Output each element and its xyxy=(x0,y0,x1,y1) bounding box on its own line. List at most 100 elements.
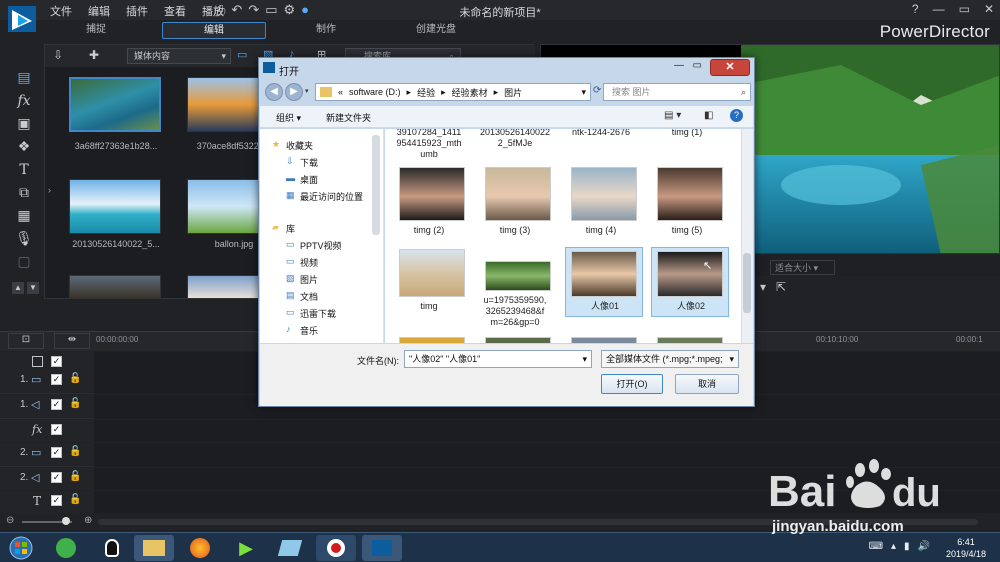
maximize-icon[interactable]: ▭ xyxy=(959,2,970,16)
file-label[interactable]: 人像02 xyxy=(651,301,731,312)
chapter-room-icon[interactable]: ▢ xyxy=(10,250,38,273)
tab-produce[interactable]: 制作 xyxy=(274,22,378,39)
help-icon[interactable]: ? xyxy=(730,109,743,122)
lock-icon[interactable]: 🔓 xyxy=(69,398,81,409)
forward-button[interactable]: ▶ xyxy=(285,83,303,101)
lock-icon[interactable]: 🔓 xyxy=(69,373,81,384)
file-label[interactable]: 20130526140022 2_5fMJe xyxy=(475,129,555,149)
menu-view[interactable]: 查看 xyxy=(164,3,186,19)
volume-icon[interactable]: 🔊 xyxy=(918,541,930,552)
start-button[interactable] xyxy=(4,535,38,561)
nav-downloads[interactable]: 下载 xyxy=(300,156,318,169)
filetype-select[interactable]: 全部媒体文件 (*.mpg;*.mpeg; ▾ xyxy=(601,350,739,368)
scroll-down-icon[interactable]: ▼ xyxy=(27,282,39,294)
file-thumbnail[interactable] xyxy=(571,167,637,221)
aspect-ratio-icon[interactable]: ▭ xyxy=(265,2,277,18)
video-filter-icon[interactable]: ▭ xyxy=(237,48,247,61)
file-label[interactable]: timg (2) xyxy=(389,225,469,236)
taskbar-recorder-icon[interactable] xyxy=(316,535,356,561)
back-button[interactable]: ◀ xyxy=(265,83,283,101)
track-enable-checkbox[interactable]: ✓ xyxy=(51,472,62,483)
library-thumbnail-1[interactable] xyxy=(69,77,161,132)
taskbar-qq-icon[interactable] xyxy=(92,535,132,561)
address-bar[interactable]: « software (D:) ▸ 经验 ▸ 经验素材 ▸ 图片 ▾ xyxy=(315,83,591,101)
dialog-minimize-icon[interactable]: — xyxy=(674,60,684,71)
tab-edit[interactable]: 编辑 xyxy=(162,22,266,39)
undock-icon[interactable]: ⇱ xyxy=(776,280,786,294)
file-label[interactable]: u=1975359590, 3265239468&f m=26&gp=0 xyxy=(475,295,555,328)
breadcrumb-folder-1[interactable]: 经验 xyxy=(417,86,435,99)
nav-videos[interactable]: 视频 xyxy=(300,256,318,269)
cancel-button[interactable]: 取消 xyxy=(675,374,739,394)
close-icon[interactable]: ✕ xyxy=(984,2,994,16)
zoom-slider-handle[interactable] xyxy=(62,517,70,525)
storyboard-view-icon[interactable]: ⊡ xyxy=(8,333,44,349)
file-thumbnail[interactable] xyxy=(571,251,637,297)
pip-room-icon[interactable]: ▣ xyxy=(10,112,38,135)
filename-input[interactable]: "人像02" "人像01" ▾ xyxy=(404,350,592,368)
track-enable-checkbox[interactable]: ✓ xyxy=(51,424,62,435)
refresh-icon[interactable]: ⟳ xyxy=(593,85,601,96)
library-content-dropdown[interactable]: 媒体内容 ▾ xyxy=(127,48,231,64)
nav-pane-scrollbar[interactable] xyxy=(372,135,380,235)
dialog-close-button[interactable]: ✕ xyxy=(710,59,750,76)
file-thumbnail[interactable] xyxy=(657,251,723,297)
file-label[interactable]: timg (5) xyxy=(647,225,727,236)
open-button[interactable]: 打开(O) xyxy=(601,374,663,394)
preview-pane-icon[interactable]: ◧ xyxy=(704,110,713,121)
organize-button[interactable]: 组织 ▾ xyxy=(276,111,301,124)
nav-pptv[interactable]: PPTV视频 xyxy=(300,239,342,252)
taskbar-explorer-icon[interactable] xyxy=(134,535,174,561)
plugin-icon[interactable]: ✚ xyxy=(89,48,99,62)
save-icon[interactable]: ⎙ xyxy=(215,2,225,18)
file-thumbnail[interactable] xyxy=(657,337,723,343)
track-enable-checkbox[interactable]: ✓ xyxy=(51,495,62,506)
file-label[interactable]: 39107284_1411 954415923_mth umb xyxy=(389,129,469,160)
file-thumbnail[interactable] xyxy=(485,337,551,343)
track-enable-checkbox[interactable]: ✓ xyxy=(51,399,62,410)
taskbar-powerdirector-icon[interactable] xyxy=(362,535,402,561)
fx-room-icon[interactable]: fx xyxy=(10,89,38,112)
taskbar-clock[interactable]: 6:41 2019/4/18 xyxy=(946,536,986,560)
file-label[interactable]: 人像01 xyxy=(565,301,645,312)
taskbar-firefox-icon[interactable] xyxy=(180,535,220,561)
nav-desktop[interactable]: 桌面 xyxy=(300,173,318,186)
library-thumbnail-3[interactable] xyxy=(69,179,161,234)
breadcrumb-drive[interactable]: software (D:) xyxy=(349,87,401,97)
file-label[interactable]: timg xyxy=(389,301,469,312)
menu-file[interactable]: 文件 xyxy=(50,3,72,19)
zoom-in-icon[interactable]: ⊕ xyxy=(84,515,92,526)
breadcrumb-folder-2[interactable]: 经验素材 xyxy=(452,86,488,99)
nav-pictures[interactable]: 图片 xyxy=(300,273,318,286)
redo-icon[interactable]: ↷ xyxy=(248,2,259,18)
nav-recent-places[interactable]: 最近访问的位置 xyxy=(300,190,363,203)
address-dropdown-icon[interactable]: ▾ xyxy=(581,87,586,98)
zoom-out-icon[interactable]: ⊖ xyxy=(6,515,14,526)
nav-xunlei-downloads[interactable]: 迅雷下载 xyxy=(300,307,336,320)
minimize-icon[interactable]: — xyxy=(933,2,945,16)
track-enable-checkbox[interactable]: ✓ xyxy=(51,374,62,385)
file-list-scroll-thumb[interactable] xyxy=(743,253,751,313)
taskbar-media-player-icon[interactable]: ▶ xyxy=(226,535,266,561)
file-label[interactable]: timg (3) xyxy=(475,225,555,236)
account-icon[interactable]: ● xyxy=(301,2,309,18)
new-folder-button[interactable]: 新建文件夹 xyxy=(326,111,371,124)
file-thumbnail[interactable] xyxy=(571,337,637,343)
track-enable-checkbox[interactable]: ✓ xyxy=(51,447,62,458)
nav-favorites[interactable]: 收藏夹 xyxy=(286,139,313,152)
expand-panel-icon[interactable]: › xyxy=(48,185,51,195)
undo-icon[interactable]: ↶ xyxy=(231,2,242,18)
file-thumbnail[interactable] xyxy=(657,167,723,221)
view-options-icon[interactable]: ▤ ▾ xyxy=(664,110,681,121)
keyboard-icon[interactable]: ⌨ xyxy=(869,541,883,552)
lock-icon[interactable]: 🔓 xyxy=(69,471,81,482)
play-dropdown-icon[interactable]: ▾ xyxy=(760,280,766,294)
file-label[interactable]: ntk-1244-2676 xyxy=(561,129,641,138)
title-room-icon[interactable]: T xyxy=(10,158,38,181)
file-thumbnail[interactable] xyxy=(399,249,465,297)
taskbar-app-icon[interactable] xyxy=(270,535,310,561)
breadcrumb-folder-3[interactable]: 图片 xyxy=(504,86,522,99)
nav-libraries[interactable]: 库 xyxy=(286,222,295,235)
track-lane[interactable] xyxy=(94,420,1000,442)
timeline-view-icon[interactable]: ⇹ xyxy=(54,333,90,349)
